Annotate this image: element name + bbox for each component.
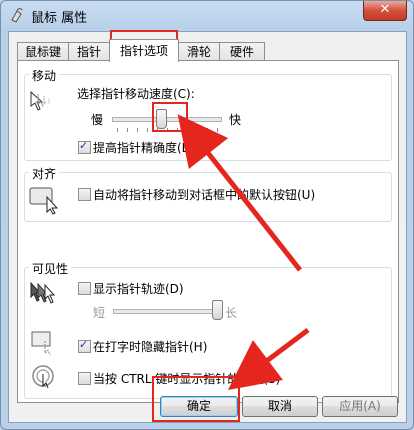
apply-button[interactable]: 应用(A): [322, 396, 398, 417]
mouse-properties-window: 鼠标 属性 ✕ 鼠标键 指针 指针选项 滑轮 硬件 移动 选择指针移动速度(C)…: [0, 0, 414, 430]
slider-tick: [187, 128, 188, 132]
pointer-speed-icon: [30, 90, 50, 111]
slider-tick: [217, 128, 218, 132]
slider-tick: [177, 128, 178, 132]
trail-slider-track[interactable]: [113, 309, 219, 314]
slider-tick: [167, 128, 168, 132]
slider-tick: [127, 128, 128, 132]
snapto-checkbox[interactable]: [78, 188, 91, 201]
mouse-icon: [11, 8, 23, 23]
motion-group: 移动 选择指针移动速度(C): 慢 快 提高指针精确度(E): [24, 67, 392, 161]
tab-wheel[interactable]: 滑轮: [178, 42, 220, 61]
hide-while-typing-checkbox[interactable]: [78, 338, 91, 353]
hide-while-typing-icon: [31, 331, 51, 356]
tab-hardware[interactable]: 硬件: [219, 42, 265, 61]
trail-slider-thumb[interactable]: [212, 300, 223, 320]
speed-slider-track[interactable]: [112, 117, 222, 122]
slider-tick: [117, 128, 118, 132]
precision-label: 提高指针精确度(E): [93, 141, 194, 155]
visibility-group: 可见性 显示指针轨迹(D) 短 长 在打字时隐藏指针(H): [24, 260, 392, 399]
title-bar[interactable]: 鼠标 属性 ✕: [1, 1, 413, 31]
pointer-trails-icon: [30, 281, 56, 304]
cancel-button[interactable]: 取消: [242, 396, 318, 417]
snapto-group-title: 对齐: [29, 165, 60, 182]
speed-label: 选择指针移动速度(C):: [77, 87, 195, 101]
speed-slider-ticks: [117, 128, 218, 134]
dialog-client: 鼠标键 指针 指针选项 滑轮 硬件 移动 选择指针移动速度(C): 慢 快 ✓ …: [8, 31, 407, 423]
fast-label: 快: [229, 113, 242, 127]
snap-to-button-icon: [29, 187, 59, 215]
motion-group-title: 移动: [29, 67, 60, 84]
hide-while-typing-label: 在打字时隐藏指针(H): [93, 340, 208, 354]
show-location-icon: [32, 365, 54, 389]
ctrl-location-checkbox[interactable]: [78, 372, 91, 385]
short-label: 短: [93, 306, 106, 320]
ok-button[interactable]: 确定: [160, 396, 238, 417]
precision-checkbox[interactable]: [78, 139, 91, 154]
slider-tick: [207, 128, 208, 132]
tab-pointers[interactable]: 指针: [68, 42, 110, 61]
pointer-options-panel: 移动 选择指针移动速度(C): 慢 快 提高指针精确度(E) 对齐: [17, 60, 399, 403]
slider-tick: [197, 128, 198, 132]
speed-slider-thumb[interactable]: [155, 109, 167, 129]
window-title: 鼠标 属性: [31, 11, 88, 26]
close-button[interactable]: ✕: [363, 1, 407, 21]
slider-tick: [137, 128, 138, 132]
ctrl-location-label: 当按 CTRL 键时显示指针的位置(S): [93, 372, 281, 386]
tab-pointer-options[interactable]: 指针选项: [109, 39, 179, 62]
slider-tick: [147, 128, 148, 132]
close-icon: ✕: [379, 2, 391, 17]
trails-checkbox[interactable]: [78, 282, 91, 295]
long-label: 长: [225, 306, 238, 320]
tab-buttons[interactable]: 鼠标键: [17, 42, 69, 61]
snapto-label: 自动将指针移动到对话框中的默认按钮(U): [93, 188, 316, 202]
snapto-group: 对齐 自动将指针移动到对话框中的默认按钮(U): [24, 165, 392, 222]
visibility-group-title: 可见性: [29, 260, 72, 277]
trails-label: 显示指针轨迹(D): [93, 282, 184, 296]
slow-label: 慢: [91, 113, 104, 127]
